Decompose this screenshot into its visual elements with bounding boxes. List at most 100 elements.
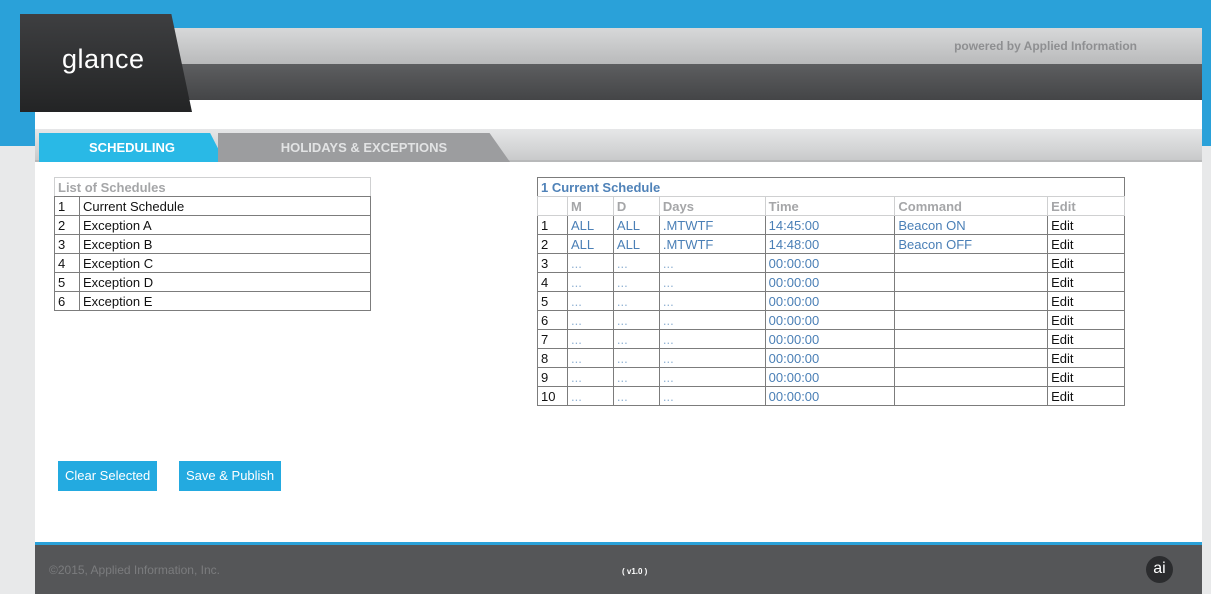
edit-link[interactable]: Edit [1047, 291, 1125, 311]
edit-link[interactable]: Edit [1047, 234, 1125, 254]
edit-link[interactable]: Edit [1047, 367, 1125, 387]
row-number: 4 [537, 272, 568, 292]
row-number: 2 [537, 234, 568, 254]
cell-m: ... [566, 272, 614, 292]
list-item-name[interactable]: Exception E [79, 291, 371, 311]
list-item-name[interactable]: Exception A [79, 215, 371, 235]
glance-logo: glance [20, 14, 192, 112]
edit-link[interactable]: Edit [1047, 348, 1125, 368]
cell-d: ... [612, 253, 660, 273]
cell-days: ... [658, 367, 766, 387]
cell-d: ... [612, 272, 660, 292]
header-cell-m: M [566, 196, 614, 216]
cell-m: ... [566, 310, 614, 330]
list-item-number: 6 [54, 291, 80, 311]
list-item[interactable]: 3 Exception B [54, 234, 371, 254]
version-text: ( v1.0 ) [622, 567, 648, 576]
list-item[interactable]: 6 Exception E [54, 291, 371, 311]
cell-m: ALL [566, 234, 614, 254]
header-cell-number [537, 196, 568, 216]
schedule-row[interactable]: 3......... 00:00:00 Edit [537, 253, 1125, 273]
cell-command [894, 386, 1049, 406]
cell-days: ... [658, 253, 766, 273]
cell-time: 00:00:00 [764, 348, 896, 368]
tab-holidays-exceptions[interactable]: HOLIDAYS & EXCEPTIONS [218, 133, 510, 162]
schedule-row[interactable]: 8......... 00:00:00 Edit [537, 348, 1125, 368]
schedule-row[interactable]: 6......... 00:00:00 Edit [537, 310, 1125, 330]
clear-selected-button[interactable]: Clear Selected [58, 461, 158, 491]
ai-logo-icon: ai [1146, 556, 1173, 583]
row-number: 7 [537, 329, 568, 349]
row-number: 9 [537, 367, 568, 387]
edit-link[interactable]: Edit [1047, 386, 1125, 406]
list-item-number: 2 [54, 215, 80, 235]
cell-time: 00:00:00 [764, 329, 896, 349]
powered-by-text: powered by Applied Information [954, 39, 1137, 53]
schedule-table-header: M D Days Time Command Edit [537, 196, 1125, 216]
tab-scheduling[interactable]: SCHEDULING [39, 133, 225, 162]
cell-command: Beacon OFF [894, 234, 1049, 254]
cell-time: 00:00:00 [764, 367, 896, 387]
list-item-number: 1 [54, 196, 80, 216]
copyright-text: ©2015, Applied Information, Inc. [49, 563, 220, 577]
edit-link[interactable]: Edit [1047, 310, 1125, 330]
cell-time: 00:00:00 [764, 291, 896, 311]
cell-d: ALL [612, 215, 660, 235]
list-item[interactable]: 2 Exception A [54, 215, 371, 235]
cell-time: 00:00:00 [764, 253, 896, 273]
edit-link[interactable]: Edit [1047, 329, 1125, 349]
save-publish-button[interactable]: Save & Publish [179, 461, 282, 491]
schedules-list: List of Schedules 1 Current Schedule 2 Exc… [54, 177, 371, 311]
cell-m: ... [566, 329, 614, 349]
cell-command: Beacon ON [894, 215, 1049, 235]
list-item-name[interactable]: Current Schedule [79, 196, 371, 216]
cell-time: 00:00:00 [764, 272, 896, 292]
edit-link[interactable]: Edit [1047, 253, 1125, 273]
header-cell-time: Time [764, 196, 896, 216]
edit-link[interactable]: Edit [1047, 215, 1125, 235]
schedule-row[interactable]: 5......... 00:00:00 Edit [537, 291, 1125, 311]
cell-days: ... [658, 348, 766, 368]
header-cell-d: D [612, 196, 660, 216]
schedule-row[interactable]: 7......... 00:00:00 Edit [537, 329, 1125, 349]
cell-m: ... [566, 253, 614, 273]
list-item[interactable]: 5 Exception D [54, 272, 371, 292]
row-number: 3 [537, 253, 568, 273]
row-number: 8 [537, 348, 568, 368]
cell-d: ... [612, 329, 660, 349]
cell-command [894, 253, 1049, 273]
list-item[interactable]: 4 Exception C [54, 253, 371, 273]
cell-command [894, 367, 1049, 387]
list-item-name[interactable]: Exception D [79, 272, 371, 292]
cell-days: ... [658, 386, 766, 406]
cell-m: ... [566, 291, 614, 311]
schedule-row[interactable]: 4......... 00:00:00 Edit [537, 272, 1125, 292]
row-number: 1 [537, 215, 568, 235]
list-item[interactable]: 1 Current Schedule [54, 196, 371, 216]
cell-d: ... [612, 386, 660, 406]
logo-text: glance [62, 44, 145, 74]
cell-m: ... [566, 348, 614, 368]
list-item-number: 4 [54, 253, 80, 273]
list-item-name[interactable]: Exception B [79, 234, 371, 254]
edit-link[interactable]: Edit [1047, 272, 1125, 292]
cell-time: 00:00:00 [764, 310, 896, 330]
cell-time: 00:00:00 [764, 386, 896, 406]
header-cell-days: Days [658, 196, 766, 216]
row-number: 10 [537, 386, 568, 406]
cell-days: ... [658, 310, 766, 330]
list-item-number: 3 [54, 234, 80, 254]
cell-d: ... [612, 348, 660, 368]
cell-days: .MTWTF [658, 234, 766, 254]
cell-d: ... [612, 367, 660, 387]
schedule-row[interactable]: 10......... 00:00:00 Edit [537, 386, 1125, 406]
header-cell-edit: Edit [1047, 196, 1125, 216]
cell-days: ... [658, 329, 766, 349]
schedule-row[interactable]: 2 ALL ALL .MTWTF 14:48:00 Beacon OFF Edit [537, 234, 1125, 254]
schedule-row[interactable]: 1 ALL ALL .MTWTF 14:45:00 Beacon ON Edit [537, 215, 1125, 235]
schedule-row[interactable]: 9......... 00:00:00 Edit [537, 367, 1125, 387]
header-bar-dark [170, 64, 1202, 100]
cell-command [894, 272, 1049, 292]
list-item-name[interactable]: Exception C [79, 253, 371, 273]
footer: ©2015, Applied Information, Inc. ( v1.0 … [35, 542, 1202, 594]
